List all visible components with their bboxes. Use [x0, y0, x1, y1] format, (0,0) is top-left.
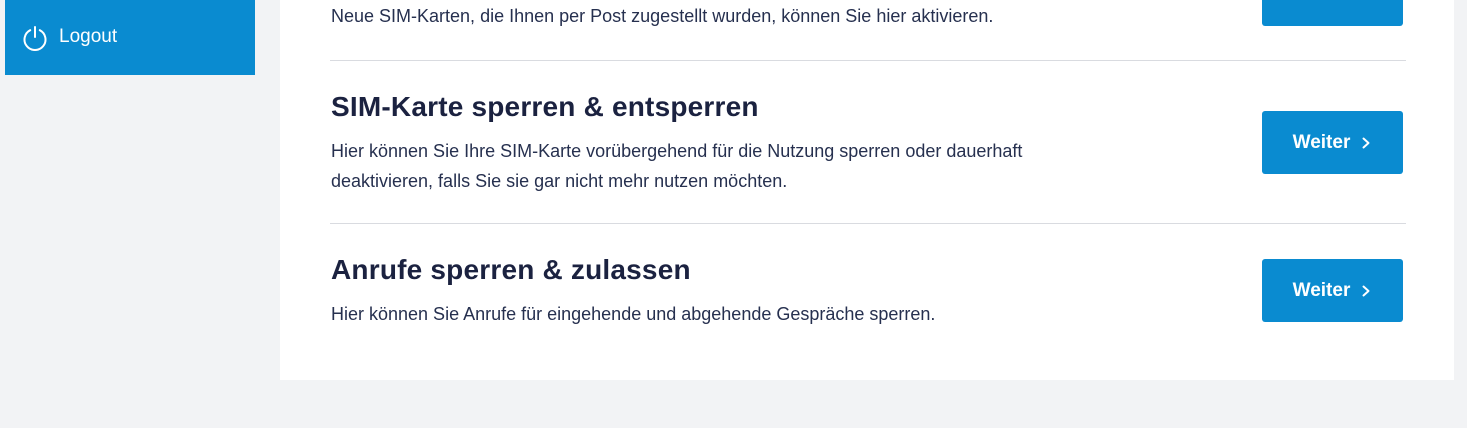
weiter-label: Weiter [1292, 279, 1351, 301]
section-title-call-barring: Anrufe sperren & zulassen [331, 254, 691, 285]
call-barring-weiter-button[interactable]: Weiter [1262, 259, 1403, 322]
section-title-sim-lock: SIM-Karte sperren & entsperren [331, 91, 759, 122]
section-description-sim-lock: Hier können Sie Ihre SIM-Karte vorüberge… [331, 141, 1023, 191]
section-description-call-barring: Hier können Sie Anrufe für eingehende un… [331, 304, 936, 324]
power-icon [22, 25, 48, 51]
logout-button[interactable]: Logout [5, 0, 255, 75]
sim-lock-weiter-button[interactable]: Weiter [1262, 111, 1403, 174]
divider [330, 60, 1406, 61]
divider [330, 223, 1406, 224]
logout-label: Logout [59, 26, 118, 47]
weiter-label: Weiter [1292, 131, 1351, 153]
main-panel: Neue SIM-Karten, die Ihnen per Post zuge… [280, 0, 1454, 380]
chevron-right-icon [1360, 136, 1372, 150]
sim-activation-description: Neue SIM-Karten, die Ihnen per Post zuge… [331, 6, 994, 26]
sim-activation-button[interactable] [1262, 0, 1403, 26]
chevron-right-icon [1360, 284, 1372, 298]
